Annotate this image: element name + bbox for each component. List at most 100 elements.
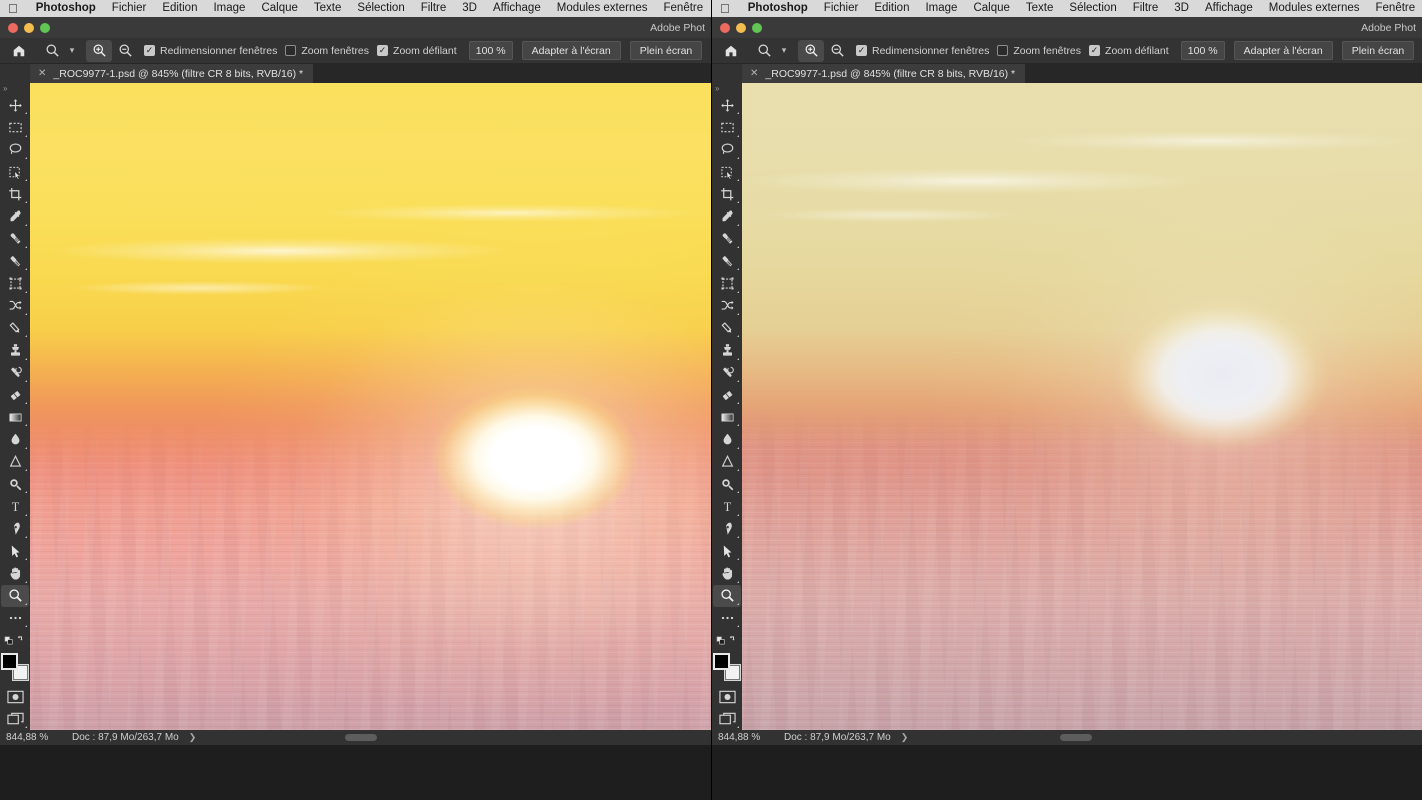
zoom-tool[interactable] [713,585,741,607]
default-and-swap-colors[interactable] [713,629,741,651]
type-tool[interactable]: T [1,495,29,517]
crop-tool[interactable] [1,183,29,205]
path-selection-tool[interactable] [1,540,29,562]
menu-modules-externes[interactable]: Modules externes [1261,0,1368,17]
minimize-window-button[interactable] [24,23,34,33]
status-document-size[interactable]: Doc : 87,9 Mo/263,7 Mo [64,732,179,743]
maximize-window-button[interactable] [40,23,50,33]
checkbox-resize-windows[interactable]: ✓ Redimensionner fenêtres [856,45,989,57]
pen-tool[interactable] [1,518,29,540]
dodge-tool[interactable] [713,451,741,473]
move-tool[interactable] [1,94,29,116]
zoom-tool[interactable] [1,585,29,607]
chevron-right-icon[interactable]: ❯ [891,732,909,743]
zoom-in-icon[interactable] [798,40,824,62]
foreground-color-swatch[interactable] [1,653,18,670]
chevron-down-icon[interactable]: ▾ [777,40,791,62]
edit-toolbar-button[interactable] [1,607,29,629]
color-swatches[interactable] [1,653,29,681]
maximize-window-button[interactable] [752,23,762,33]
object-selection-tool[interactable] [1,161,29,183]
screen-mode-button[interactable] [713,708,741,730]
clone-stamp-tool[interactable] [713,339,741,361]
menu-fenetre[interactable]: Fenêtre [1368,0,1422,17]
object-selection-tool[interactable] [713,161,741,183]
fit-screen-button[interactable]: Adapter à l'écran [1234,41,1333,60]
frame-tool[interactable] [1,272,29,294]
zoom-in-icon[interactable] [86,40,112,62]
gradient-tool[interactable] [713,406,741,428]
menu-filtre[interactable]: Filtre [1125,0,1167,17]
type-tool[interactable]: T [713,495,741,517]
fit-screen-button[interactable]: Adapter à l'écran [522,41,621,60]
document-tab[interactable]: ✕ _ROC9977-1.psd @ 845% (filtre CR 8 bit… [742,64,1025,83]
path-selection-tool[interactable] [713,540,741,562]
foreground-color-swatch[interactable] [713,653,730,670]
color-swatches[interactable] [713,653,741,681]
sharpen-tool[interactable] [1,473,29,495]
menu-selection[interactable]: Sélection [349,0,412,17]
checkbox-zoom-all-windows-box[interactable] [997,45,1008,56]
zoom-percent-button[interactable]: 100 % [469,41,513,60]
spot-healing-brush-tool[interactable] [1,228,29,250]
close-icon[interactable]: ✕ [38,69,46,79]
menu-fenetre[interactable]: Fenêtre [656,0,711,17]
checkbox-zoom-all-windows-box[interactable] [285,45,296,56]
menu-photoshop[interactable]: Photoshop [28,0,104,17]
document-tab[interactable]: ✕ _ROC9977-1.psd @ 845% (filtre CR 8 bit… [30,64,313,83]
rectangular-marquee-tool[interactable] [713,116,741,138]
blur-tool[interactable] [713,428,741,450]
menu-selection[interactable]: Sélection [1061,0,1124,17]
checkbox-scrubby-zoom[interactable]: ✓ Zoom défilant [1089,45,1169,57]
menu-edition[interactable]: Edition [154,0,205,17]
home-icon[interactable] [718,40,744,62]
fullscreen-button[interactable]: Plein écran [630,41,703,60]
hand-tool[interactable] [1,562,29,584]
brush-tool[interactable] [1,250,29,272]
menu-filtre[interactable]: Filtre [413,0,455,17]
menu-image[interactable]: Image [917,0,965,17]
checkbox-scrubby-zoom[interactable]: ✓ Zoom défilant [377,45,457,57]
quick-mask-button[interactable] [1,685,29,707]
spot-healing-brush-tool[interactable] [713,228,741,250]
menu-photoshop[interactable]: Photoshop [740,0,816,17]
menu-edition[interactable]: Edition [866,0,917,17]
menu-calque[interactable]: Calque [253,0,305,17]
clone-stamp-tool[interactable] [1,339,29,361]
lasso-tool[interactable] [713,139,741,161]
blur-tool[interactable] [1,428,29,450]
checkbox-scrubby-zoom-box[interactable]: ✓ [377,45,388,56]
hand-tool[interactable] [713,562,741,584]
chevron-down-icon[interactable]: ▾ [65,40,79,62]
scrollbar-thumb[interactable] [345,734,377,741]
status-zoom-level[interactable]: 844,88 % [0,732,64,743]
pen-tool[interactable] [713,518,741,540]
menu-fichier[interactable]: Fichier [816,0,867,17]
history-brush-tool[interactable] [713,362,741,384]
crop-tool[interactable] [713,183,741,205]
pencil-tool[interactable] [1,317,29,339]
rectangular-marquee-tool[interactable] [1,116,29,138]
close-window-button[interactable] [720,23,730,33]
brush-tool[interactable] [713,250,741,272]
checkbox-zoom-all-windows[interactable]: Zoom fenêtres [285,45,369,57]
frame-tool[interactable] [713,272,741,294]
fullscreen-button[interactable]: Plein écran [1342,41,1415,60]
canvas-left[interactable] [30,83,711,730]
zoom-out-icon[interactable] [824,40,850,62]
menu-texte[interactable]: Texte [1018,0,1062,17]
menu-image[interactable]: Image [205,0,253,17]
zoom-tool-icon[interactable] [39,40,65,62]
menu-affichage[interactable]: Affichage [485,0,549,17]
eyedropper-tool[interactable] [713,205,741,227]
checkbox-resize-windows-box[interactable]: ✓ [144,45,155,56]
shuffle-tool[interactable] [1,295,29,317]
chevron-right-icon[interactable]: ❯ [179,732,197,743]
lasso-tool[interactable] [1,139,29,161]
zoom-percent-button[interactable]: 100 % [1181,41,1225,60]
menu-3d[interactable]: 3D [454,0,485,17]
status-document-size[interactable]: Doc : 87,9 Mo/263,7 Mo [776,732,891,743]
quick-mask-button[interactable] [713,685,741,707]
move-tool[interactable] [713,94,741,116]
menu-fichier[interactable]: Fichier [104,0,155,17]
